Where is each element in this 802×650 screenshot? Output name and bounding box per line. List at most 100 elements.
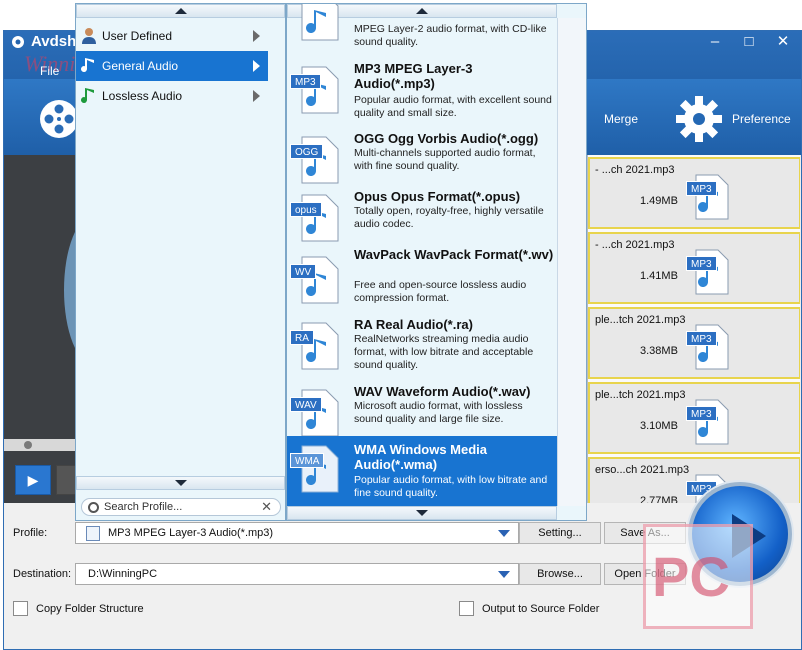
app-title: Avdsh xyxy=(31,33,77,50)
format-desc: Free and open-source lossless audio comp… xyxy=(354,279,527,304)
scroll-down-icon xyxy=(416,510,428,516)
copy-folder-checkbox[interactable] xyxy=(13,601,28,616)
file-size: 1.41MB xyxy=(640,270,678,282)
category-general-audio[interactable]: General Audio xyxy=(76,51,268,81)
format-item-mp2[interactable]: MPEG Layer-2 audio format, with CD-like … xyxy=(287,4,557,52)
category-user-defined[interactable]: User Defined xyxy=(76,21,268,51)
file-row[interactable]: ple...tch 2021.mp3 3.38MB MP3 xyxy=(588,307,800,379)
file-badge: MP3 xyxy=(686,331,717,346)
scroll-down-button[interactable] xyxy=(76,476,285,490)
format-title: OGG Ogg Vorbis Audio(*.ogg) xyxy=(354,131,539,146)
music-note-icon xyxy=(81,88,94,104)
maximize-button[interactable]: □ xyxy=(739,33,759,51)
chevron-right-icon xyxy=(253,30,260,42)
destination-label: Destination: xyxy=(13,568,72,580)
format-title: WAV Waveform Audio(*.wav) xyxy=(354,384,531,399)
format-desc: Popular audio format, with excellent sou… xyxy=(354,94,552,119)
seek-knob[interactable] xyxy=(24,441,32,449)
clear-search-icon[interactable]: ✕ xyxy=(261,499,272,515)
output-source-folder-option[interactable]: Output to Source Folder xyxy=(459,601,599,616)
format-title: WavPack WavPack Format(*.wv) xyxy=(354,247,554,262)
play-button[interactable]: ▶ xyxy=(15,465,51,495)
file-name: ple...tch 2021.mp3 xyxy=(595,314,686,326)
format-badge: WAV xyxy=(290,397,322,412)
preference-label: Preference xyxy=(732,112,791,126)
minimize-button[interactable]: – xyxy=(705,33,725,51)
file-list: - ...ch 2021.mp3 1.49MB MP3 - ...ch 2021… xyxy=(587,155,800,503)
format-title: WMA Windows Media Audio(*.wma) xyxy=(354,442,488,472)
format-title: RA Real Audio(*.ra) xyxy=(354,317,473,332)
audio-format-menu: MPEG Layer-2 audio format, with CD-like … xyxy=(286,3,587,521)
merge-button[interactable]: Merge xyxy=(604,89,638,149)
format-desc: Totally open, royalty-free, highly versa… xyxy=(354,205,544,230)
format-item-wma[interactable]: WMA WMA Windows Media Audio(*.wma) Popul… xyxy=(287,436,557,506)
format-item-ra[interactable]: RA RA Real Audio(*.ra) RealNetworks stre… xyxy=(287,317,557,383)
profile-value: MP3 MPEG Layer-3 Audio(*.mp3) xyxy=(108,527,274,539)
category-label: User Defined xyxy=(102,29,173,43)
chevron-down-icon[interactable] xyxy=(498,571,510,578)
format-item-mp3[interactable]: MP3 MP3 MPEG Layer-3 Audio(*.mp3) Popula… xyxy=(287,61,557,121)
search-icon xyxy=(88,502,99,513)
profile-format-icon xyxy=(86,526,100,541)
format-item-wavpack[interactable]: WV WavPack WavPack Format(*.wv) Free and… xyxy=(287,247,557,313)
window-controls: – □ ✕ xyxy=(705,33,793,51)
browse-button[interactable]: Browse... xyxy=(519,563,601,585)
file-name: - ...ch 2021.mp3 xyxy=(595,239,675,251)
file-badge: MP3 xyxy=(686,181,717,196)
add-video-button[interactable] xyxy=(38,89,80,149)
copy-folder-structure-option[interactable]: Copy Folder Structure xyxy=(13,601,144,616)
menu-file[interactable]: File xyxy=(40,64,59,78)
format-desc: Multi-channels supported audio format, w… xyxy=(354,147,536,172)
format-title: Opus Opus Format(*.opus) xyxy=(354,189,521,204)
file-name: erso...ch 2021.mp3 xyxy=(595,464,690,476)
chevron-right-icon xyxy=(253,90,260,102)
file-row[interactable]: - ...ch 2021.mp3 1.49MB MP3 xyxy=(588,157,800,229)
file-size: 2.77MB xyxy=(640,495,678,503)
search-profile-input[interactable]: Search Profile... ✕ xyxy=(81,498,281,516)
audio-file-icon xyxy=(290,4,340,42)
category-lossless-audio[interactable]: Lossless Audio xyxy=(76,81,268,111)
destination-value: D:\WinningPC xyxy=(88,568,158,580)
format-desc: RealNetworks streaming media audio forma… xyxy=(354,333,534,371)
category-label: Lossless Audio xyxy=(102,89,183,103)
file-size: 1.49MB xyxy=(640,195,678,207)
copy-folder-label: Copy Folder Structure xyxy=(36,602,144,615)
category-label: General Audio xyxy=(102,59,179,73)
close-button[interactable]: ✕ xyxy=(773,33,793,51)
file-size: 3.10MB xyxy=(640,420,678,432)
format-desc: Popular audio format, with low bitrate a… xyxy=(354,474,548,499)
format-badge: WV xyxy=(290,264,317,279)
setting-button[interactable]: Setting... xyxy=(519,522,601,544)
destination-select[interactable]: D:\WinningPC xyxy=(75,563,519,585)
chevron-down-icon[interactable] xyxy=(498,530,510,537)
ra-file-icon: RA xyxy=(290,321,340,371)
preference-button[interactable]: Preference xyxy=(674,89,791,149)
scroll-up-button[interactable] xyxy=(76,4,285,18)
ogg-file-icon: OGG xyxy=(290,135,340,185)
gear-icon xyxy=(676,96,722,142)
file-row[interactable]: - ...ch 2021.mp3 1.41MB MP3 xyxy=(588,232,800,304)
format-item-wav[interactable]: WAV WAV Waveform Audio(*.wav) Microsoft … xyxy=(287,384,557,438)
app-logo-icon xyxy=(12,36,24,48)
wma-file-icon: WMA xyxy=(290,444,340,494)
format-badge: opus xyxy=(290,202,322,217)
output-source-checkbox[interactable] xyxy=(459,601,474,616)
format-badge: MP3 xyxy=(290,74,321,89)
chevron-right-icon xyxy=(253,60,260,72)
file-row[interactable]: ple...tch 2021.mp3 3.10MB MP3 xyxy=(588,382,800,454)
scroll-down-button[interactable] xyxy=(287,506,557,520)
scroll-up-icon xyxy=(174,8,187,14)
format-desc: Microsoft audio format, with lossless so… xyxy=(354,400,523,425)
profile-select[interactable]: MP3 MPEG Layer-3 Audio(*.mp3) xyxy=(75,522,519,544)
format-badge: RA xyxy=(290,330,314,345)
audio-icon xyxy=(81,58,94,73)
file-name: - ...ch 2021.mp3 xyxy=(595,164,675,176)
format-item-ogg[interactable]: OGG OGG Ogg Vorbis Audio(*.ogg) Multi-ch… xyxy=(287,131,557,189)
file-size: 3.38MB xyxy=(640,345,678,357)
format-desc: MPEG Layer-2 audio format, with CD-like … xyxy=(354,23,547,48)
format-item-opus[interactable]: opus Opus Opus Format(*.opus) Totally op… xyxy=(287,189,557,247)
mp3-file-icon: MP3 xyxy=(686,398,730,449)
format-scrollbar[interactable] xyxy=(557,18,586,506)
film-reel-icon xyxy=(40,100,78,138)
scroll-down-icon xyxy=(174,480,187,486)
